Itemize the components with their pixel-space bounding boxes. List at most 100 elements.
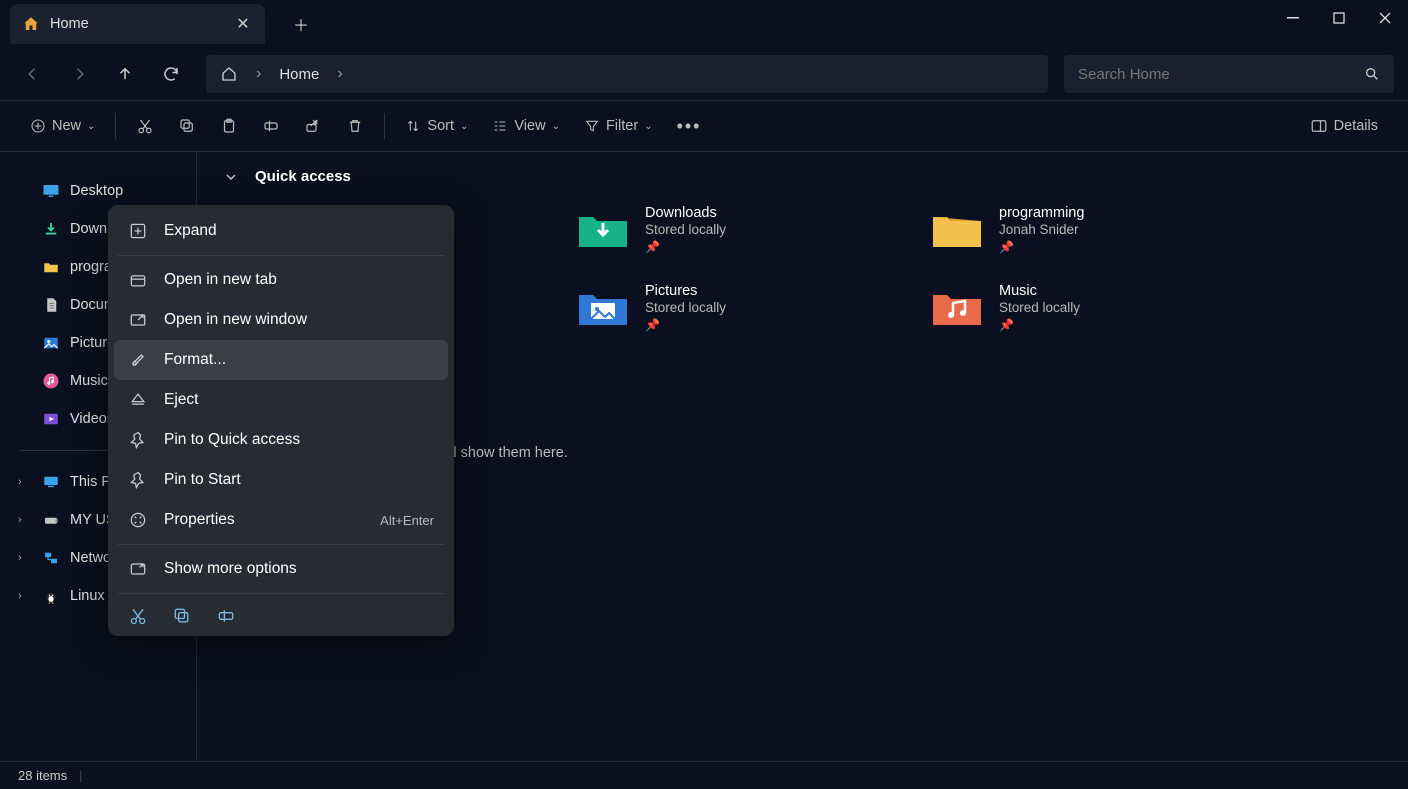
- shortcut: Alt+Enter: [380, 513, 434, 528]
- ctx-label: Pin to Start: [164, 471, 241, 489]
- ctx-open-in-new-window[interactable]: Open in new window: [114, 300, 448, 340]
- filter-button[interactable]: Filter⌄: [574, 108, 663, 144]
- item-name: Downloads: [645, 205, 726, 221]
- ctx-label: Eject: [164, 391, 198, 409]
- minimize-button[interactable]: [1270, 0, 1316, 36]
- delete-button[interactable]: [336, 108, 374, 144]
- item-name: programming: [999, 205, 1084, 221]
- format-icon: [128, 350, 148, 370]
- sidebar-item-label: Music: [70, 373, 108, 389]
- pinned-icon: 📌: [999, 240, 1084, 254]
- copy-icon[interactable]: [172, 606, 192, 626]
- chevron-right-icon[interactable]: ›: [18, 514, 32, 526]
- search-icon[interactable]: [1364, 66, 1380, 82]
- more-button[interactable]: •••: [667, 108, 712, 144]
- desktop-icon: [42, 182, 60, 200]
- tab-title: Home: [50, 16, 89, 32]
- filter-label: Filter: [606, 118, 638, 134]
- picture-icon: [42, 334, 60, 352]
- ctx-properties[interactable]: Properties Alt+Enter: [114, 500, 448, 540]
- quick-access-item[interactable]: Music Stored locally 📌: [931, 277, 1283, 345]
- chevron-down-icon: ⌄: [87, 121, 95, 132]
- props-icon: [128, 510, 148, 530]
- share-button[interactable]: [294, 108, 332, 144]
- status-bar: 28 items |: [0, 761, 1408, 789]
- nav-row: › Home ›: [0, 48, 1408, 100]
- chevron-right-icon: ›: [337, 65, 342, 83]
- sort-label: Sort: [427, 118, 454, 134]
- music-icon: [42, 372, 60, 390]
- rename-button[interactable]: [252, 108, 290, 144]
- chevron-right-icon[interactable]: ›: [18, 552, 32, 564]
- chevron-right-icon: ›: [256, 65, 261, 83]
- home-icon: [220, 65, 238, 83]
- music-big: [931, 285, 983, 327]
- view-label: View: [514, 118, 545, 134]
- tab-bar: Home ✕ ＋: [0, 0, 1408, 48]
- breadcrumb[interactable]: › Home ›: [206, 55, 1048, 93]
- item-location: Jonah Snider: [999, 222, 1084, 237]
- breadcrumb-label: Home: [279, 66, 319, 83]
- copy-button[interactable]: [168, 108, 206, 144]
- ctx-format-[interactable]: Format...: [114, 340, 448, 380]
- usb-icon: [42, 511, 60, 529]
- back-button[interactable]: [14, 55, 52, 93]
- cut-icon[interactable]: [128, 606, 148, 626]
- separator: [118, 255, 444, 256]
- separator: [115, 113, 116, 139]
- paste-button[interactable]: [210, 108, 248, 144]
- eject-icon: [128, 390, 148, 410]
- ctx-label: Open in new window: [164, 311, 307, 329]
- ctx-eject[interactable]: Eject: [114, 380, 448, 420]
- quick-access-item[interactable]: Pictures Stored locally 📌: [577, 277, 929, 345]
- pinned-icon: 📌: [999, 318, 1080, 332]
- ctx-pin-to-start[interactable]: Pin to Start: [114, 460, 448, 500]
- new-button[interactable]: New⌄: [20, 108, 105, 144]
- ctx-label: Open in new tab: [164, 271, 277, 289]
- ctx-expand[interactable]: Expand: [114, 211, 448, 251]
- details-label: Details: [1334, 118, 1378, 134]
- section-header[interactable]: Quick access: [223, 168, 1382, 185]
- pc-icon: [42, 473, 60, 491]
- separator: [118, 593, 444, 594]
- sidebar-item-label: Linux: [70, 588, 105, 604]
- quick-access-item[interactable]: programming Jonah Snider 📌: [931, 199, 1283, 267]
- view-button[interactable]: View ⌄: [482, 108, 570, 144]
- ctx-pin-to-quick-access[interactable]: Pin to Quick access: [114, 420, 448, 460]
- ctx-open-in-new-tab[interactable]: Open in new tab: [114, 260, 448, 300]
- new-tab-button[interactable]: ＋: [283, 6, 319, 42]
- item-location: Stored locally: [645, 300, 726, 315]
- refresh-button[interactable]: [152, 55, 190, 93]
- forward-button[interactable]: [60, 55, 98, 93]
- close-tab-icon[interactable]: ✕: [233, 14, 253, 34]
- video-icon: [42, 410, 60, 428]
- sort-button[interactable]: Sort⌄: [395, 108, 478, 144]
- ctx-show-more-options[interactable]: Show more options: [114, 549, 448, 589]
- pinned-icon: 📌: [645, 318, 726, 332]
- folder-big: [931, 207, 983, 249]
- chevron-down-icon: ⌄: [552, 121, 560, 132]
- tab-home[interactable]: Home ✕: [10, 4, 265, 44]
- search-box[interactable]: [1064, 55, 1394, 93]
- close-window-button[interactable]: [1362, 0, 1408, 36]
- window-controls: [1270, 0, 1408, 36]
- separator: [384, 113, 385, 139]
- window-icon: [128, 310, 148, 330]
- expand-icon: [128, 221, 148, 241]
- search-input[interactable]: [1078, 66, 1364, 83]
- item-count: 28 items: [18, 768, 67, 783]
- chevron-right-icon[interactable]: ›: [18, 590, 32, 602]
- maximize-button[interactable]: [1316, 0, 1362, 36]
- home-icon: [22, 15, 40, 33]
- more-icon: [128, 559, 148, 579]
- details-button[interactable]: Details: [1300, 108, 1388, 144]
- quick-access-item[interactable]: Downloads Stored locally 📌: [577, 199, 929, 267]
- pinned-icon: 📌: [645, 240, 726, 254]
- network-icon: [42, 549, 60, 567]
- doc-icon: [42, 296, 60, 314]
- chevron-right-icon[interactable]: ›: [18, 476, 32, 488]
- rename-icon[interactable]: [216, 606, 236, 626]
- cut-button[interactable]: [126, 108, 164, 144]
- ctx-label: Properties: [164, 511, 235, 529]
- up-button[interactable]: [106, 55, 144, 93]
